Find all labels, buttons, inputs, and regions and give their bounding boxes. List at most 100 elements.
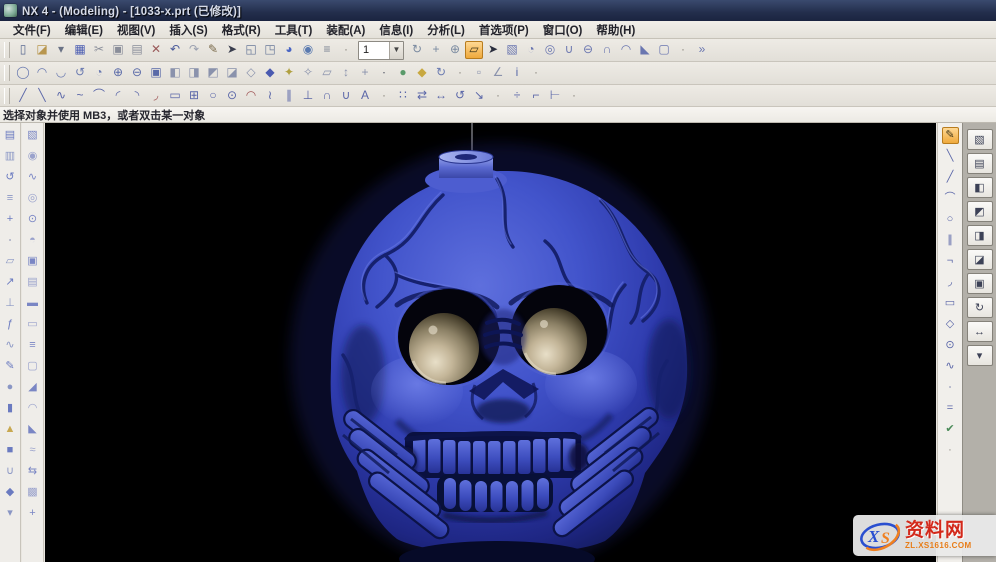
- orbit-icon[interactable]: ↺: [71, 64, 89, 82]
- arc-down-icon[interactable]: ◡: [52, 64, 70, 82]
- menu-assemblies[interactable]: 装配(A): [319, 21, 372, 39]
- fit-view-icon[interactable]: ▣: [147, 64, 165, 82]
- profile-icon[interactable]: ╲: [942, 148, 959, 165]
- measure-angle-icon[interactable]: ∠: [489, 64, 507, 82]
- wcs-display-icon[interactable]: ◉: [299, 41, 317, 59]
- patch-icon[interactable]: ▩: [24, 484, 41, 501]
- shell-feature-icon[interactable]: ▢: [24, 358, 41, 375]
- extrude-body-icon[interactable]: ▧: [24, 127, 41, 144]
- menu-window[interactable]: 窗口(O): [536, 21, 590, 39]
- refresh-view-icon[interactable]: ◯: [14, 64, 32, 82]
- divide-curve-icon[interactable]: ÷: [508, 87, 526, 105]
- spline-icon[interactable]: ~: [71, 87, 89, 105]
- quick-trim-icon[interactable]: ¬: [942, 253, 959, 270]
- overflow-dot-icon[interactable]: ·: [337, 41, 355, 59]
- plane-icon[interactable]: ▱: [2, 253, 19, 270]
- arc-up-icon[interactable]: ◠: [33, 64, 51, 82]
- sketch-fillet-icon[interactable]: ◞: [942, 274, 959, 291]
- slot-icon[interactable]: ▬: [24, 295, 41, 312]
- intersect-icon[interactable]: ∩: [598, 41, 616, 59]
- menu-preferences[interactable]: 首选项(P): [472, 21, 536, 39]
- highlight-tool-icon[interactable]: ◆: [413, 64, 431, 82]
- subtract-icon[interactable]: ⊖: [579, 41, 597, 59]
- bridge-curve-icon[interactable]: ∩: [318, 87, 336, 105]
- chevron-down-icon[interactable]: ▼: [389, 42, 403, 59]
- overflow-dot-icon[interactable]: ·: [451, 64, 469, 82]
- edit-icon[interactable]: ✎: [204, 41, 222, 59]
- trimetric-view-icon[interactable]: ◪: [223, 64, 241, 82]
- pocket-icon[interactable]: ▣: [24, 253, 41, 270]
- sew-icon[interactable]: +: [24, 505, 41, 522]
- sphere-icon[interactable]: ●: [2, 379, 19, 396]
- overflow-dot-icon[interactable]: ·: [375, 87, 393, 105]
- hole-feature-icon[interactable]: ⊙: [24, 211, 41, 228]
- polyline-icon[interactable]: ∿: [52, 87, 70, 105]
- top-view-button[interactable]: ◧: [967, 177, 993, 198]
- scale-icon[interactable]: ↘: [470, 87, 488, 105]
- copy-icon[interactable]: ▣: [109, 41, 127, 59]
- sketch-arc-icon[interactable]: ⌒: [942, 190, 959, 207]
- shaded-display-icon[interactable]: ◕: [280, 41, 298, 59]
- hole-icon[interactable]: ◎: [541, 41, 559, 59]
- unite-icon[interactable]: ∪: [560, 41, 578, 59]
- regen-icon[interactable]: ↻: [432, 64, 450, 82]
- layer-icon[interactable]: ≡: [2, 190, 19, 207]
- cylinder-icon[interactable]: ▮: [2, 400, 19, 417]
- sketch-icon[interactable]: ✎: [2, 358, 19, 375]
- menu-view[interactable]: 视图(V): [110, 21, 162, 39]
- window-tile-icon[interactable]: ◳: [261, 41, 279, 59]
- derived-line-icon[interactable]: ∥: [942, 232, 959, 249]
- cone-icon[interactable]: ▲: [2, 421, 19, 438]
- fit-button[interactable]: ▣: [967, 273, 993, 294]
- menu-tools[interactable]: 工具(T): [268, 21, 320, 39]
- open-icon[interactable]: ◪: [33, 41, 51, 59]
- datum-plane-icon[interactable]: ▱: [318, 64, 336, 82]
- pan-button[interactable]: ↔: [967, 321, 993, 342]
- expression-icon[interactable]: ƒ: [2, 316, 19, 333]
- isometric-view-button[interactable]: ◪: [967, 249, 993, 270]
- pattern-icon[interactable]: ∷: [394, 87, 412, 105]
- project-curve-icon[interactable]: ⊥: [299, 87, 317, 105]
- grid-icon[interactable]: ⊞: [185, 87, 203, 105]
- edge-blend-icon[interactable]: ◠: [617, 41, 635, 59]
- text-curve-icon[interactable]: A: [356, 87, 374, 105]
- star-snap-icon[interactable]: ✦: [280, 64, 298, 82]
- delete-icon[interactable]: ✕: [147, 41, 165, 59]
- overflow-dot-icon[interactable]: ·: [942, 442, 959, 459]
- sketch-circle-icon[interactable]: ○: [942, 211, 959, 228]
- sketch-rectangle-icon[interactable]: ▭: [942, 295, 959, 312]
- snap-point-icon[interactable]: ✧: [299, 64, 317, 82]
- overflow-dot-icon[interactable]: ·: [489, 87, 507, 105]
- redo-icon[interactable]: ↷: [185, 41, 203, 59]
- trim-curve-icon[interactable]: ⌐: [527, 87, 545, 105]
- shell-icon[interactable]: ▢: [655, 41, 673, 59]
- overflow-dot-icon[interactable]: ·: [565, 87, 583, 105]
- right-view-button[interactable]: ◨: [967, 225, 993, 246]
- rotate-icon[interactable]: ↺: [451, 87, 469, 105]
- strip-more-button[interactable]: ▾: [967, 345, 993, 366]
- rotate-button[interactable]: ↻: [967, 297, 993, 318]
- revolve-icon[interactable]: ◔: [522, 41, 540, 59]
- pan-view-icon[interactable]: +: [427, 41, 445, 59]
- circle-icon[interactable]: ○: [204, 87, 222, 105]
- studio-spline-icon[interactable]: ∿: [942, 358, 959, 375]
- toolbar-grip[interactable]: [4, 88, 10, 104]
- helix-icon[interactable]: ≀: [261, 87, 279, 105]
- mirror-body-icon[interactable]: ⇆: [24, 463, 41, 480]
- extend-curve-icon[interactable]: ⊢: [546, 87, 564, 105]
- line-alt-icon[interactable]: ╲: [33, 87, 51, 105]
- datum-csys-icon[interactable]: +: [356, 64, 374, 82]
- menu-file[interactable]: 文件(F): [6, 21, 58, 39]
- taper-icon[interactable]: ◢: [24, 379, 41, 396]
- block-icon[interactable]: ■: [2, 442, 19, 459]
- zoom-in-icon[interactable]: ⊕: [109, 64, 127, 82]
- flag-icon[interactable]: ◆: [2, 484, 19, 501]
- boolean-icon[interactable]: ∪: [2, 463, 19, 480]
- select-arrow-icon[interactable]: ➤: [223, 41, 241, 59]
- menu-information[interactable]: 信息(I): [372, 21, 420, 39]
- toolbar-grip[interactable]: [4, 65, 10, 81]
- undo-icon[interactable]: ↶: [166, 41, 184, 59]
- ok-status-icon[interactable]: ●: [394, 64, 412, 82]
- thread-icon[interactable]: ≈: [24, 442, 41, 459]
- more-tools-icon[interactable]: ▾: [2, 505, 19, 522]
